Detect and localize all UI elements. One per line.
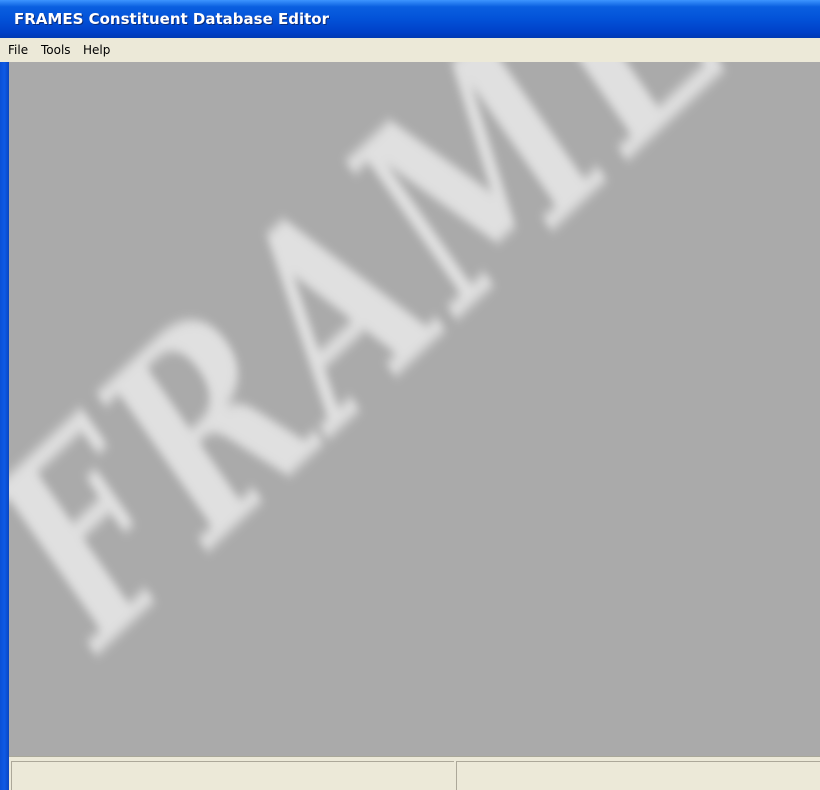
client-area: FRAMES — [9, 62, 820, 756]
frames-logo-text: FRAMES — [9, 62, 820, 714]
menu-file[interactable]: File — [8, 43, 28, 57]
window-left-border — [0, 62, 9, 790]
frames-logo-watermark: FRAMES — [9, 62, 820, 714]
menu-help[interactable]: Help — [83, 43, 110, 57]
status-panel-right — [456, 761, 820, 790]
window-title: FRAMES Constituent Database Editor — [14, 10, 329, 28]
application-window: FRAMES Constituent Database Editor File … — [0, 0, 820, 790]
status-panel-left — [11, 761, 454, 790]
menu-bar: File Tools Help — [0, 38, 820, 62]
title-bar[interactable]: FRAMES Constituent Database Editor — [0, 0, 820, 38]
status-bar — [9, 756, 820, 790]
menu-tools[interactable]: Tools — [41, 43, 71, 57]
